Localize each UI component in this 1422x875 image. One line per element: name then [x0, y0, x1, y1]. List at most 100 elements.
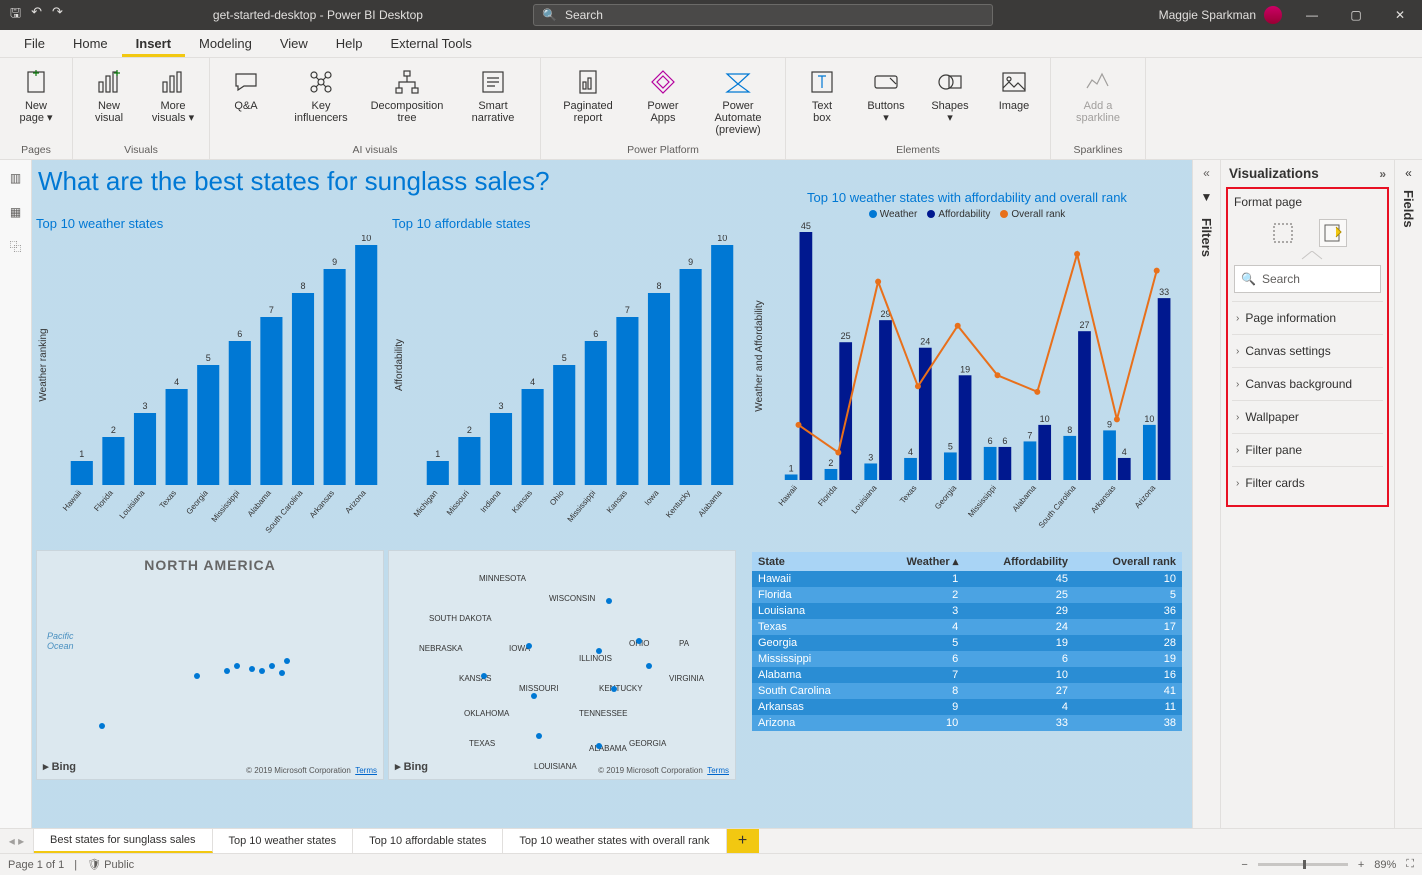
save-icon[interactable]: 🖫: [10, 4, 21, 26]
build-visual-button[interactable]: [1269, 219, 1297, 247]
table-row[interactable]: Florida2255: [752, 587, 1182, 603]
format-section-filter-cards[interactable]: ›Filter cards: [1232, 466, 1383, 499]
table-header[interactable]: State: [752, 552, 873, 571]
table-row[interactable]: Arizona103338: [752, 715, 1182, 731]
page-indicator: Page 1 of 1: [8, 859, 64, 871]
model-view-icon[interactable]: ⿻: [6, 236, 26, 256]
power-automate-button[interactable]: Power Automate(preview): [697, 62, 779, 138]
chart-affordable[interactable]: Top 10 affordable states Affordability1M…: [392, 216, 742, 548]
format-section-page-information[interactable]: ›Page information: [1232, 301, 1383, 334]
paginated-button[interactable]: Paginatedreport: [547, 62, 629, 138]
format-section-filter-pane[interactable]: ›Filter pane: [1232, 433, 1383, 466]
fit-page-icon[interactable]: ⛶: [1406, 858, 1414, 871]
format-page-button[interactable]: [1319, 219, 1347, 247]
page-tab[interactable]: Top 10 affordable states: [353, 829, 503, 853]
table-header[interactable]: Affordability: [964, 552, 1074, 571]
ribbon-tab-insert[interactable]: Insert: [122, 30, 185, 57]
svg-text:Weather ranking: Weather ranking: [38, 328, 49, 401]
table-header[interactable]: Overall rank: [1074, 552, 1182, 571]
ribbon-tab-external-tools[interactable]: External Tools: [377, 30, 486, 57]
viz-search[interactable]: 🔍 Search: [1234, 265, 1381, 293]
collapse-viz-icon[interactable]: »: [1379, 167, 1386, 181]
table-row[interactable]: Texas42417: [752, 619, 1182, 635]
svg-text:MISSOURI: MISSOURI: [519, 684, 559, 693]
svg-text:19: 19: [960, 364, 970, 374]
qna-button[interactable]: Q&A: [216, 62, 276, 126]
svg-text:3: 3: [142, 401, 147, 411]
fields-pane-collapsed[interactable]: « Fields: [1394, 160, 1422, 828]
ribbon-tab-home[interactable]: Home: [59, 30, 122, 57]
qna-icon: [230, 66, 262, 98]
page-tab[interactable]: Top 10 weather states: [213, 829, 354, 853]
report-view-icon[interactable]: ▥: [6, 168, 26, 188]
page-tab[interactable]: Best states for sunglass sales: [34, 829, 213, 853]
page-nav-prev[interactable]: ◂ ▸: [0, 829, 34, 853]
avatar[interactable]: [1264, 6, 1282, 24]
smart-narrative-icon: [477, 66, 509, 98]
searchbox[interactable]: 🔍 Search: [533, 4, 993, 26]
svg-text:1: 1: [435, 449, 440, 459]
ribbon-tab-help[interactable]: Help: [322, 30, 377, 57]
zoom-out[interactable]: −: [1241, 859, 1247, 871]
smart-narrative-button[interactable]: Smartnarrative: [452, 62, 534, 126]
format-section-canvas-settings[interactable]: ›Canvas settings: [1232, 334, 1383, 367]
map-states[interactable]: MINNESOTA WISCONSIN SOUTH DAKOTA NEBRASK…: [388, 550, 736, 780]
user-name[interactable]: Maggie Sparkman: [1159, 8, 1256, 22]
svg-text:Arkansas: Arkansas: [1089, 484, 1117, 515]
ribbon-tab-view[interactable]: View: [266, 30, 322, 57]
svg-text:Michigan: Michigan: [412, 489, 439, 519]
svg-text:ILLINOIS: ILLINOIS: [579, 654, 612, 663]
svg-text:VIRGINIA: VIRGINIA: [669, 674, 705, 683]
zoom-slider[interactable]: [1258, 863, 1348, 866]
ribbon-tab-modeling[interactable]: Modeling: [185, 30, 266, 57]
table-row[interactable]: Louisiana32936: [752, 603, 1182, 619]
state-table[interactable]: StateWeather ▴AffordabilityOverall rankH…: [752, 552, 1182, 731]
filters-pane-collapsed[interactable]: « ▼ Filters: [1192, 160, 1220, 828]
add-page-button[interactable]: +: [727, 829, 759, 853]
maximize-button[interactable]: ▢: [1334, 0, 1378, 30]
table-row[interactable]: Alabama71016: [752, 667, 1182, 683]
svg-text:45: 45: [801, 221, 811, 231]
minimize-button[interactable]: —: [1290, 0, 1334, 30]
new-page-button[interactable]: Newpage ▾: [6, 62, 66, 126]
table-row[interactable]: South Carolina82741: [752, 683, 1182, 699]
svg-text:TENNESSEE: TENNESSEE: [579, 709, 627, 718]
format-section-wallpaper[interactable]: ›Wallpaper: [1232, 400, 1383, 433]
chart-combo[interactable]: Top 10 weather states with affordability…: [752, 190, 1182, 543]
add-sparkline-button[interactable]: Add asparkline: [1057, 62, 1139, 126]
shapes-button[interactable]: Shapes▾: [920, 62, 980, 126]
table-row[interactable]: Arkansas9411: [752, 699, 1182, 715]
power-apps-button[interactable]: PowerApps: [633, 62, 693, 138]
table-row[interactable]: Hawaii14510: [752, 571, 1182, 587]
buttons-button[interactable]: Buttons▾: [856, 62, 916, 126]
sensitivity-label[interactable]: Public: [104, 859, 134, 871]
svg-text:Weather and Affordability: Weather and Affordability: [754, 300, 765, 411]
svg-text:9: 9: [332, 257, 337, 267]
svg-text:7: 7: [625, 305, 630, 315]
table-row[interactable]: Mississippi6619: [752, 651, 1182, 667]
chart-weather[interactable]: Top 10 weather states Weather ranking1Ha…: [36, 216, 386, 548]
new-visual-button[interactable]: Newvisual: [79, 62, 139, 126]
close-button[interactable]: ✕: [1378, 0, 1422, 30]
table-header[interactable]: Weather ▴: [873, 552, 964, 571]
svg-text:OKLAHOMA: OKLAHOMA: [464, 709, 510, 718]
report-canvas[interactable]: What are the best states for sunglass sa…: [32, 160, 1192, 828]
format-section-canvas-background[interactable]: ›Canvas background: [1232, 367, 1383, 400]
page-tab[interactable]: Top 10 weather states with overall rank: [503, 829, 726, 853]
redo-icon[interactable]: ↷: [52, 4, 63, 26]
key-influencers-button[interactable]: Keyinfluencers: [280, 62, 362, 126]
text-box-button[interactable]: Textbox: [792, 62, 852, 126]
table-row[interactable]: Georgia51928: [752, 635, 1182, 651]
zoom-in[interactable]: +: [1358, 859, 1364, 871]
more-visuals-button[interactable]: Morevisuals ▾: [143, 62, 203, 126]
image-button[interactable]: Image: [984, 62, 1044, 126]
expand-filters-icon[interactable]: «: [1203, 166, 1210, 180]
svg-text:9: 9: [1107, 419, 1112, 429]
chevron-right-icon: ›: [1236, 379, 1239, 390]
expand-fields-icon[interactable]: «: [1405, 166, 1412, 180]
decomp-tree-button[interactable]: Decompositiontree: [366, 62, 448, 126]
ribbon-tab-file[interactable]: File: [10, 30, 59, 57]
undo-icon[interactable]: ↶: [31, 4, 42, 26]
data-view-icon[interactable]: ▦: [6, 202, 26, 222]
map-continent[interactable]: NORTH AMERICA PacificOcean ▸ Bing © 2019…: [36, 550, 384, 780]
